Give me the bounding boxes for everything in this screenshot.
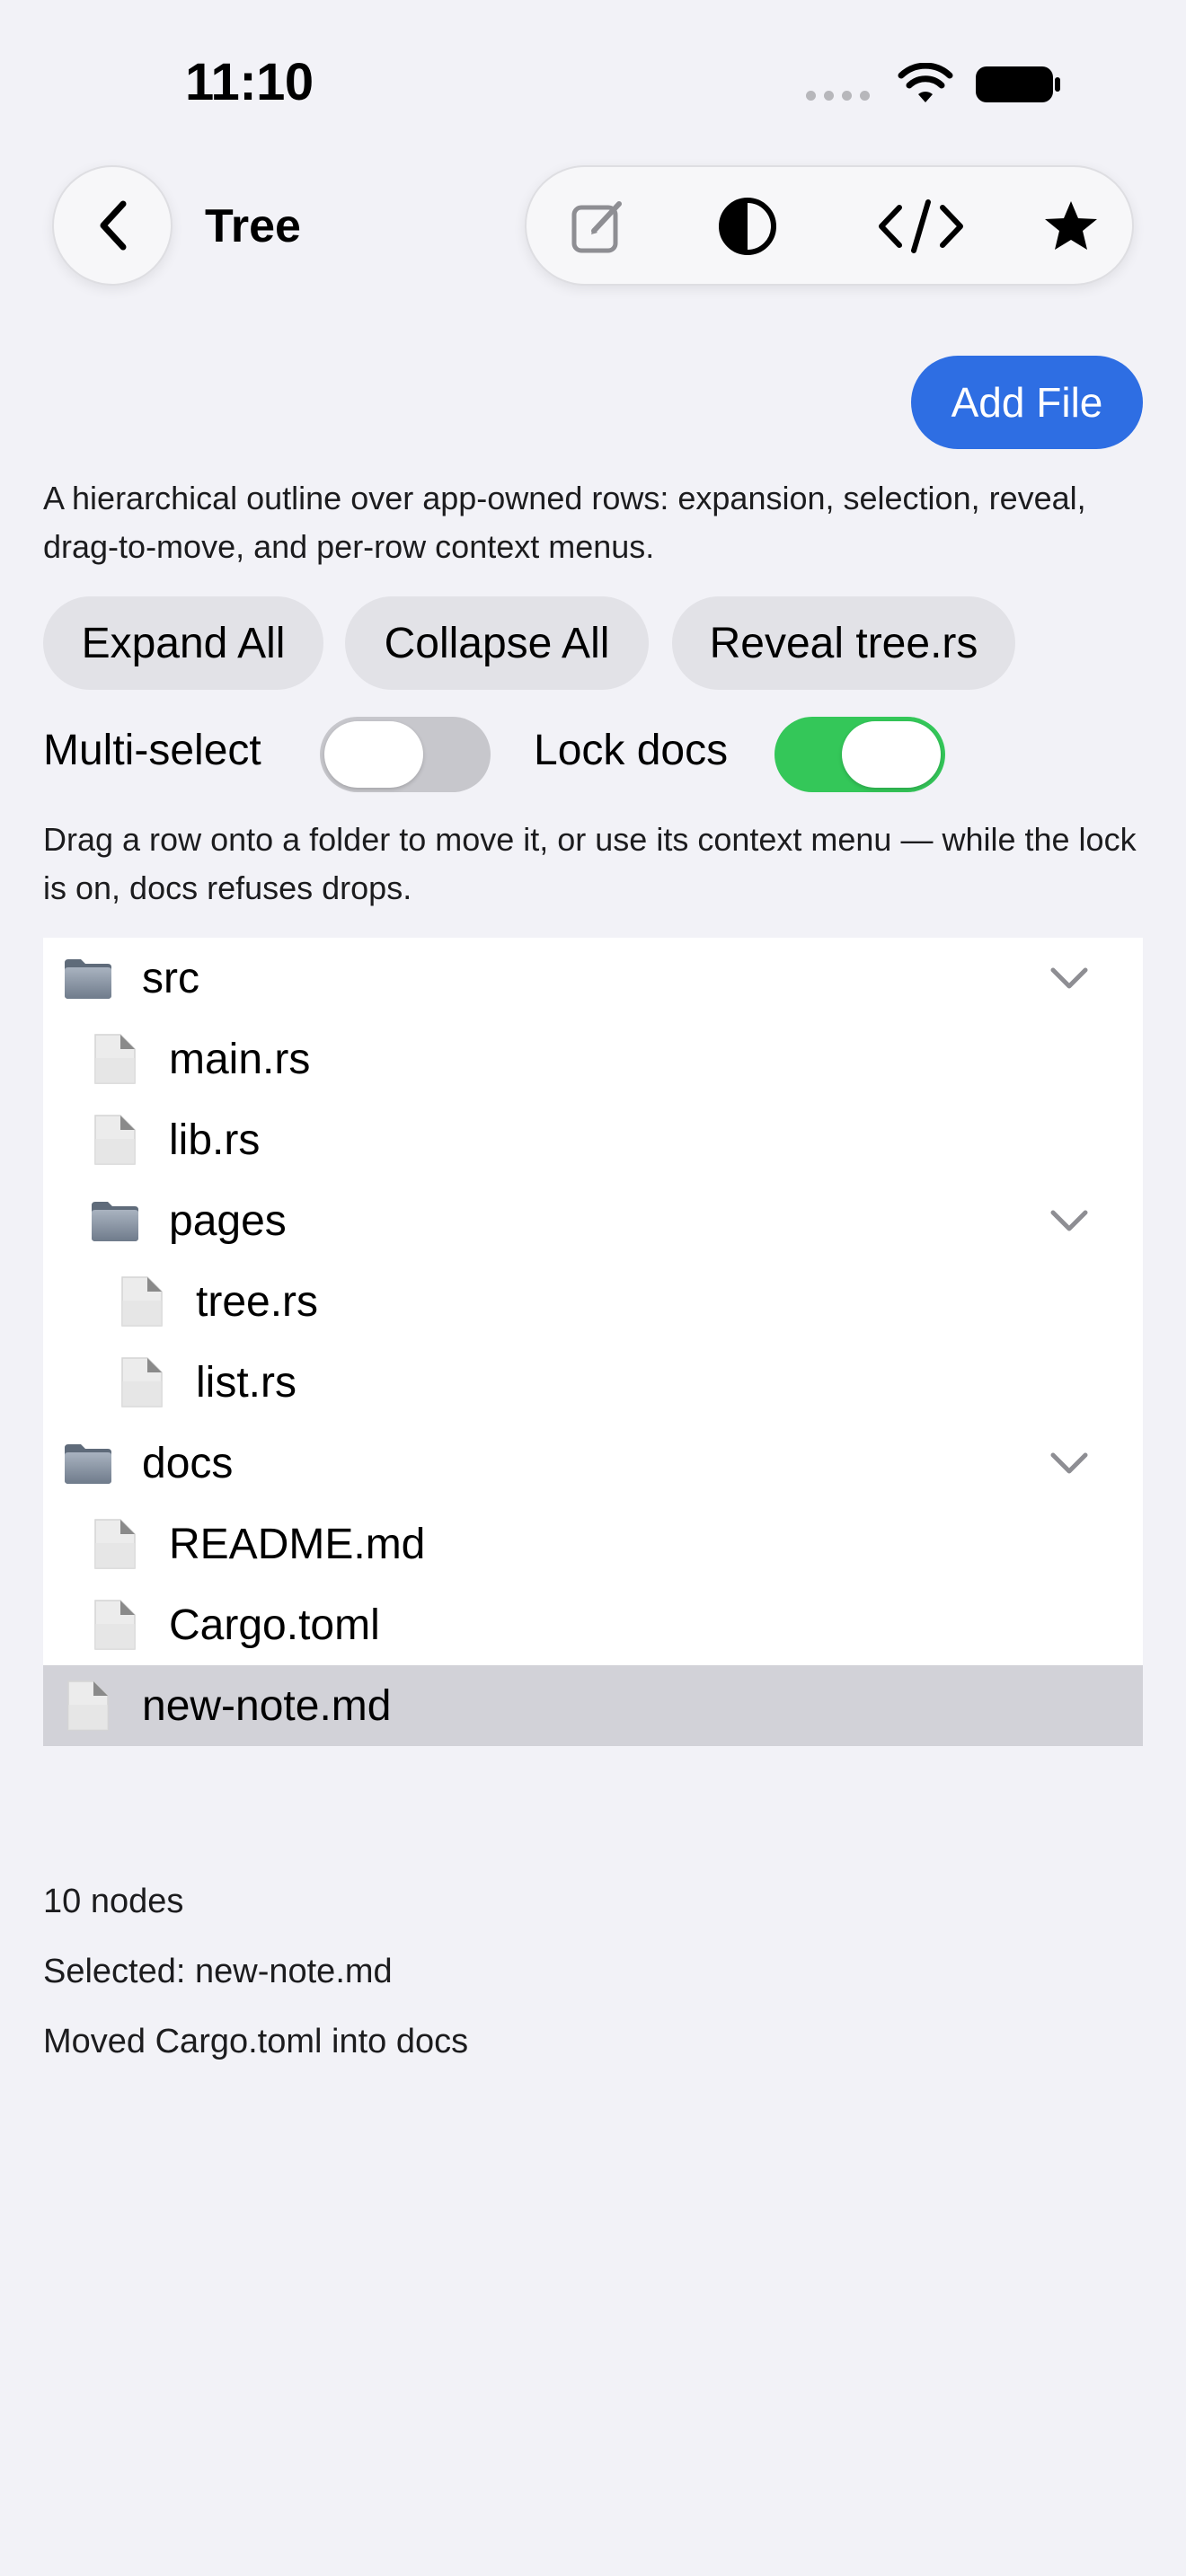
folder-icon bbox=[88, 1193, 142, 1248]
reveal-button[interactable]: Reveal tree.rs bbox=[672, 596, 1015, 690]
file-icon bbox=[61, 1678, 115, 1734]
back-button[interactable] bbox=[52, 165, 173, 286]
description-text: A hierarchical outline over app-owned ro… bbox=[43, 480, 1086, 565]
tree-row-file[interactable]: new-note.md bbox=[43, 1665, 1143, 1746]
tree-row-file[interactable]: Cargo.toml bbox=[43, 1584, 1143, 1665]
selection-status: Selected: new-note.md bbox=[43, 1953, 393, 1990]
tree-row-file[interactable]: main.rs bbox=[43, 1019, 1143, 1099]
tree-row-label: Cargo.toml bbox=[169, 1601, 380, 1649]
battery-icon bbox=[976, 66, 1060, 102]
add-file-button[interactable]: Add File bbox=[911, 356, 1143, 449]
lock-docs-label: Lock docs bbox=[534, 727, 729, 774]
favorite-button[interactable] bbox=[1035, 190, 1107, 262]
toggle-knob bbox=[842, 721, 941, 788]
chevron-left-icon bbox=[100, 200, 127, 251]
tree-row-label: new-note.md bbox=[142, 1682, 392, 1730]
status-time: 11:10 bbox=[185, 53, 314, 111]
page-title: Tree bbox=[205, 200, 301, 252]
chevron-down-icon[interactable] bbox=[1049, 1450, 1089, 1477]
tree-row-label: main.rs bbox=[169, 1036, 311, 1083]
tree-row-file[interactable]: README.md bbox=[43, 1504, 1143, 1584]
appearance-button[interactable] bbox=[712, 190, 783, 262]
node-count: 10 nodes bbox=[43, 1883, 184, 1920]
tree-row-folder[interactable]: docs bbox=[43, 1423, 1143, 1504]
contrast-icon bbox=[719, 198, 776, 255]
tree-row-folder[interactable]: pages bbox=[43, 1180, 1143, 1261]
expand-all-button[interactable]: Expand All bbox=[43, 596, 323, 690]
tree-row-label: docs bbox=[142, 1440, 234, 1487]
multi-select-toggle[interactable] bbox=[320, 717, 491, 792]
tree-row-label: README.md bbox=[169, 1521, 426, 1568]
tree-row-file[interactable]: lib.rs bbox=[43, 1099, 1143, 1180]
tree-row-file[interactable]: list.rs bbox=[43, 1342, 1143, 1423]
tree-row-file[interactable]: tree.rs bbox=[43, 1261, 1143, 1342]
chevron-down-icon[interactable] bbox=[1049, 965, 1089, 992]
tree-row-label: list.rs bbox=[196, 1359, 296, 1407]
chevron-down-icon[interactable] bbox=[1049, 1207, 1089, 1234]
lock-docs-toggle[interactable] bbox=[774, 717, 945, 792]
tree-row-folder[interactable]: src bbox=[43, 938, 1143, 1019]
compose-icon bbox=[571, 201, 622, 253]
status-icons bbox=[806, 63, 1062, 106]
folder-icon bbox=[61, 1435, 115, 1491]
signal-dots-icon bbox=[806, 90, 870, 101]
wifi-icon bbox=[898, 63, 953, 102]
file-icon bbox=[88, 1516, 142, 1572]
folder-icon bbox=[61, 950, 115, 1006]
file-icon bbox=[115, 1354, 169, 1410]
toggle-knob bbox=[324, 721, 423, 788]
file-icon bbox=[115, 1274, 169, 1329]
toolbar bbox=[525, 165, 1134, 286]
tree-row-label: pages bbox=[169, 1197, 287, 1245]
compose-button[interactable] bbox=[562, 190, 634, 262]
file-icon bbox=[88, 1112, 142, 1168]
tree-row-label: tree.rs bbox=[196, 1278, 319, 1326]
tree-row-label: lib.rs bbox=[169, 1116, 261, 1164]
code-icon bbox=[879, 199, 963, 253]
tree-row-label: src bbox=[142, 955, 199, 1002]
file-icon bbox=[88, 1597, 142, 1653]
file-tree: src main.rs lib.rs pages tree.rs list.rs docs R… bbox=[43, 938, 1143, 1746]
star-icon bbox=[1045, 201, 1097, 250]
last-action-status: Moved Cargo.toml into docs bbox=[43, 2023, 469, 2060]
multi-select-label: Multi-select bbox=[43, 727, 261, 774]
source-code-button[interactable] bbox=[872, 190, 970, 262]
drag-hint-text: Drag a row onto a folder to move it, or … bbox=[43, 821, 1137, 906]
file-icon bbox=[88, 1031, 142, 1087]
collapse-all-button[interactable]: Collapse All bbox=[345, 596, 649, 690]
